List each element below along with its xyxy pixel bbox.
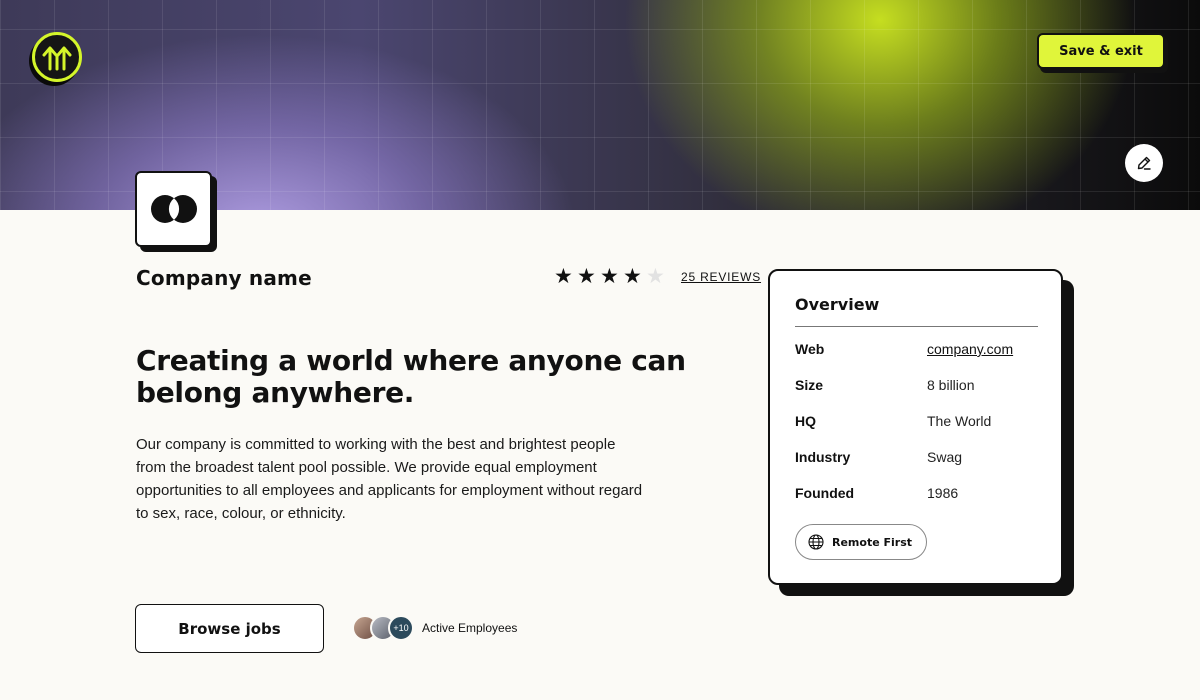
star-icon: ★ bbox=[554, 265, 573, 288]
overview-value: The World bbox=[927, 413, 992, 429]
active-employees-label: Active Employees bbox=[422, 621, 518, 635]
overview-key: HQ bbox=[795, 413, 816, 429]
star-empty-icon: ★ bbox=[646, 265, 665, 288]
overview-key: Founded bbox=[795, 485, 855, 501]
star-icon: ★ bbox=[600, 265, 619, 288]
browse-jobs-button[interactable]: Browse jobs bbox=[135, 604, 324, 653]
overview-row-web: Web company.com bbox=[795, 341, 1038, 357]
more-employees-badge: +10 bbox=[388, 615, 414, 641]
brand-logo[interactable] bbox=[32, 32, 82, 82]
active-employees[interactable]: +10 Active Employees bbox=[352, 615, 517, 641]
website-link[interactable]: company.com bbox=[927, 341, 1013, 357]
star-rating: ★ ★ ★ ★ ★ 25 REVIEWS bbox=[554, 266, 761, 288]
overview-key: Size bbox=[795, 377, 824, 393]
globe-icon bbox=[808, 534, 824, 550]
remote-first-chip[interactable]: Remote First bbox=[795, 524, 928, 560]
overview-card: Overview Web company.com Size 8 billion … bbox=[768, 269, 1063, 585]
reviews-link[interactable]: 25 REVIEWS bbox=[681, 270, 761, 284]
divider bbox=[795, 326, 1038, 327]
remote-first-label: Remote First bbox=[832, 535, 913, 549]
save-exit-button[interactable]: Save & exit bbox=[1037, 33, 1165, 69]
star-icon: ★ bbox=[623, 265, 642, 288]
overview-row-hq: HQ The World bbox=[795, 413, 1038, 429]
company-description: Our company is committed to working with… bbox=[136, 436, 643, 522]
overview-value: Swag bbox=[927, 449, 963, 465]
overview-key: Industry bbox=[795, 449, 851, 465]
overview-value: 8 billion bbox=[927, 377, 975, 393]
overview-row-industry: Industry Swag bbox=[795, 449, 1038, 465]
overview-title: Overview bbox=[795, 295, 880, 314]
company-logo bbox=[135, 171, 212, 247]
company-name: Company name bbox=[136, 266, 312, 290]
star-icon: ★ bbox=[577, 265, 596, 288]
edit-cover-button[interactable] bbox=[1125, 144, 1163, 182]
overview-row-founded: Founded 1986 bbox=[795, 485, 1038, 501]
overlapping-circles-icon bbox=[151, 195, 197, 223]
overview-value: 1986 bbox=[927, 485, 959, 501]
arrows-up-icon bbox=[42, 46, 72, 71]
pencil-icon bbox=[1137, 156, 1151, 170]
company-headline: Creating a world where anyone can belong… bbox=[136, 344, 686, 409]
overview-key: Web bbox=[795, 341, 825, 357]
overview-row-size: Size 8 billion bbox=[795, 377, 1038, 393]
